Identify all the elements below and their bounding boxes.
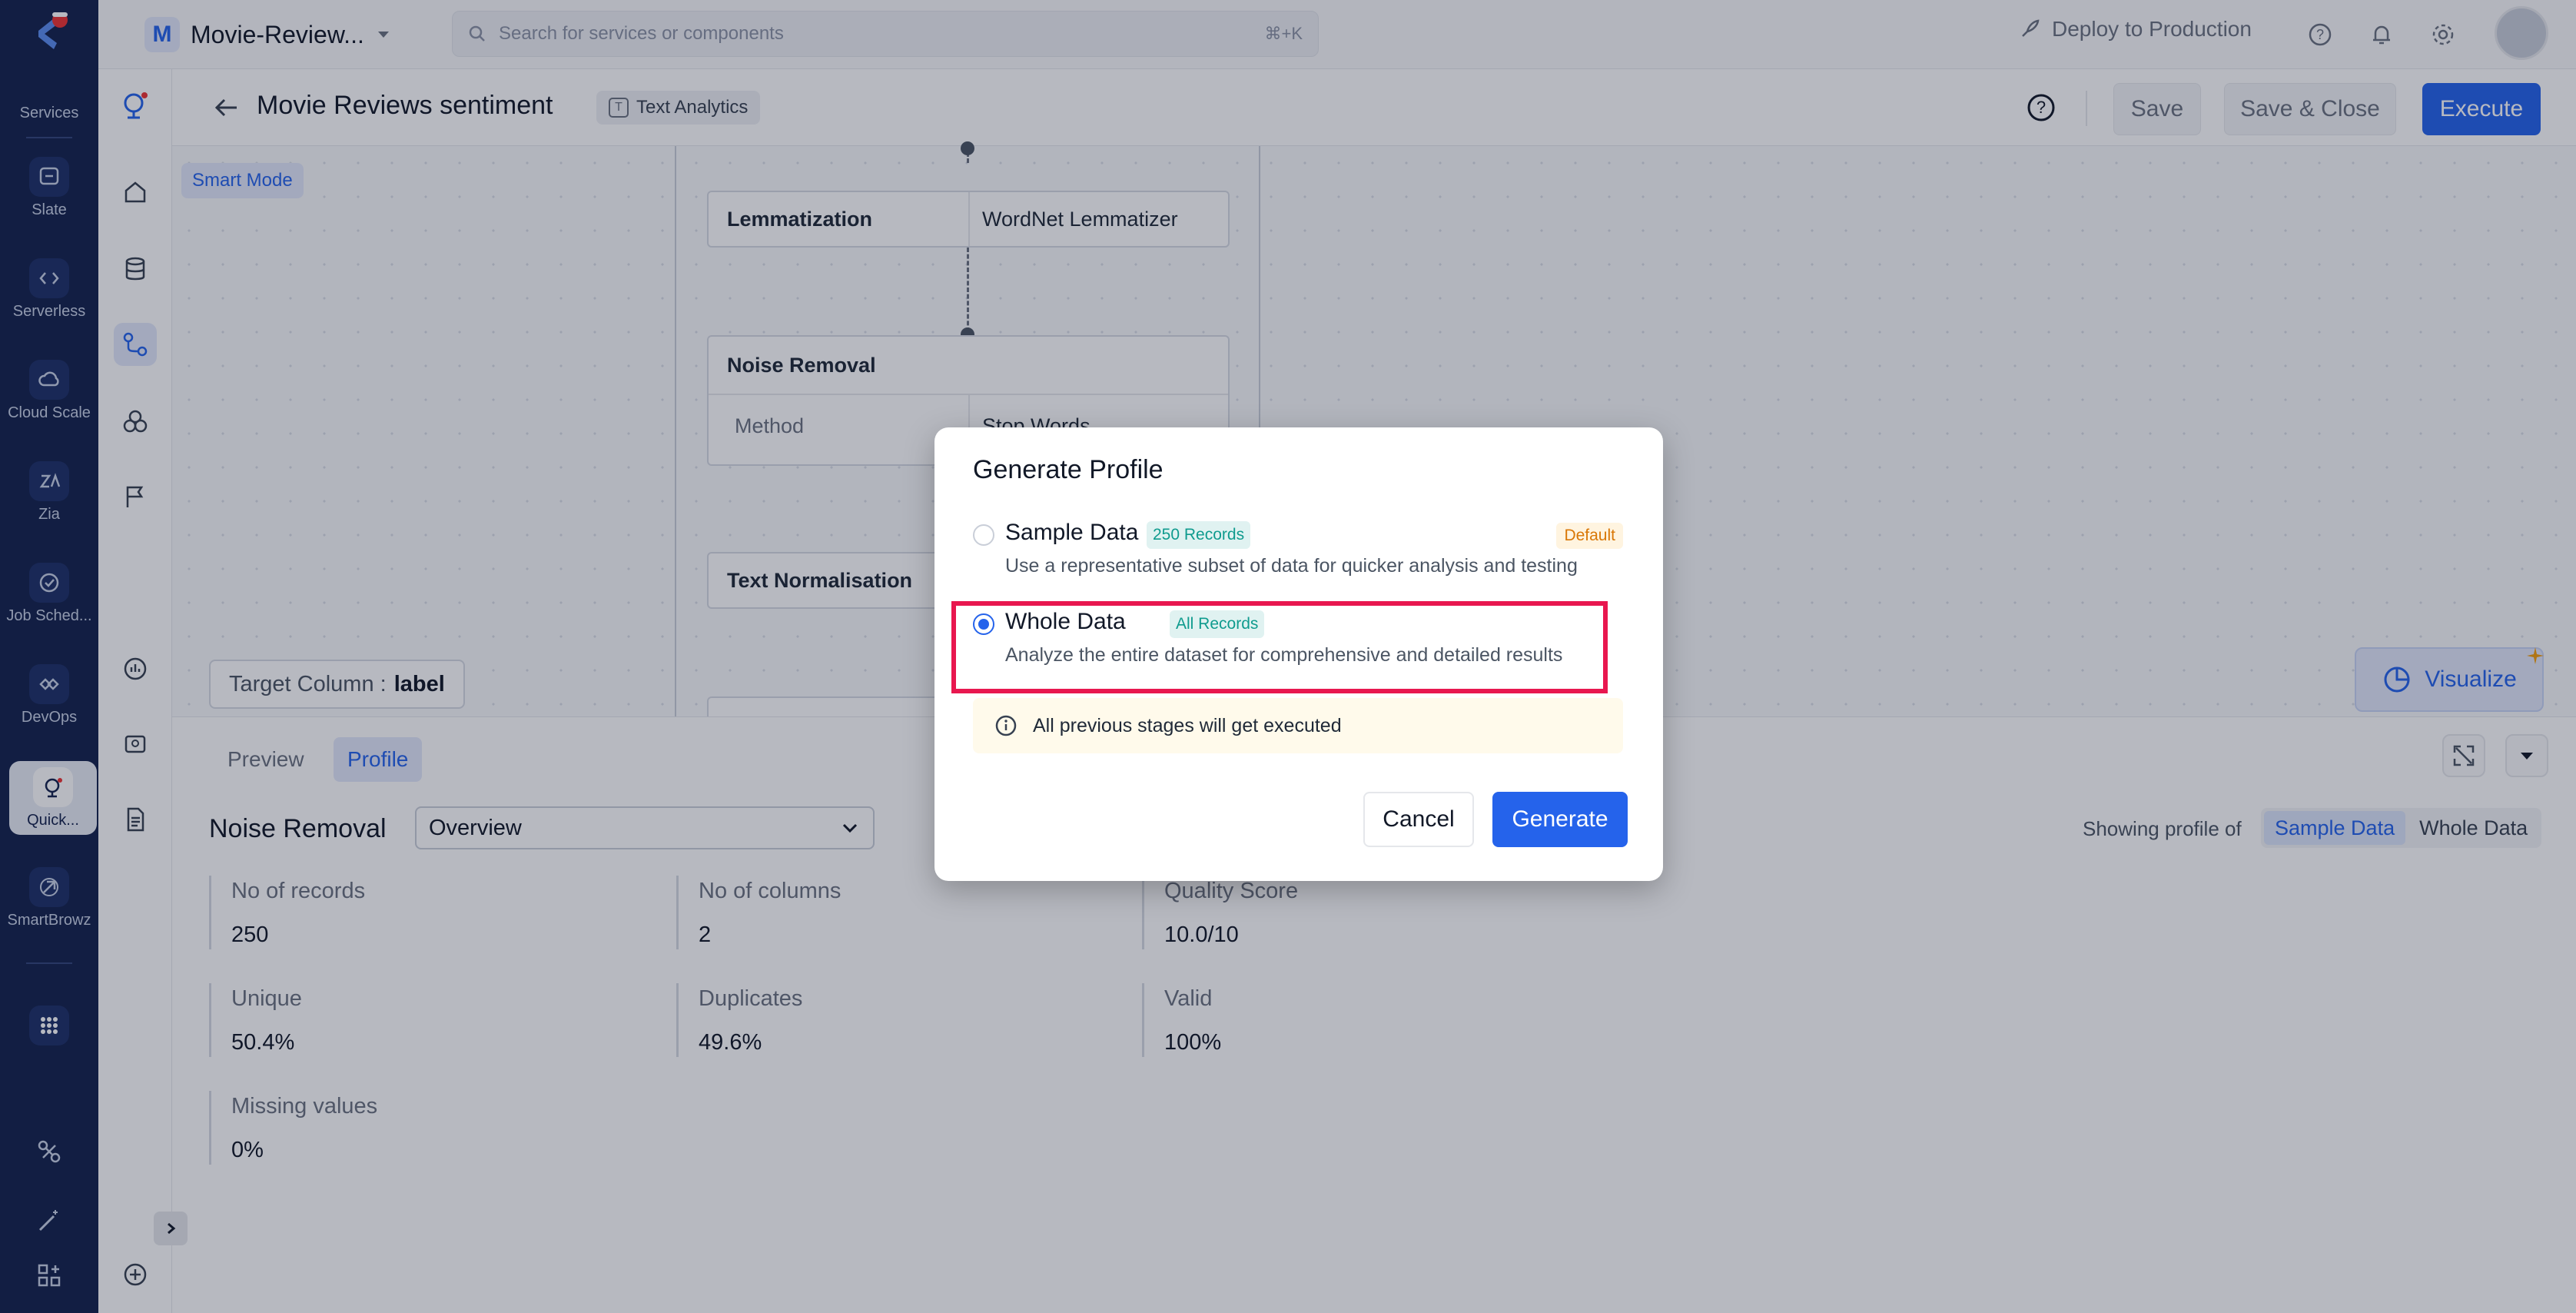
radio-whole-data[interactable]: [973, 613, 994, 635]
option-whole-data[interactable]: Whole Data All Records Analyze the entir…: [973, 609, 1623, 670]
info-icon: [995, 715, 1017, 736]
records-chip: 250 Records: [1147, 521, 1251, 549]
option-sample-data[interactable]: Sample Data 250 Records Default Use a re…: [973, 520, 1623, 581]
default-badge: Default: [1556, 523, 1623, 549]
radio-sample-data[interactable]: [973, 524, 994, 546]
dialog-title: Generate Profile: [973, 455, 1164, 484]
info-banner: All previous stages will get executed: [973, 698, 1623, 753]
cancel-button[interactable]: Cancel: [1363, 792, 1474, 847]
generate-button[interactable]: Generate: [1492, 792, 1628, 847]
records-chip: All Records: [1170, 610, 1265, 638]
generate-profile-dialog: Generate Profile Sample Data 250 Records…: [934, 427, 1663, 881]
